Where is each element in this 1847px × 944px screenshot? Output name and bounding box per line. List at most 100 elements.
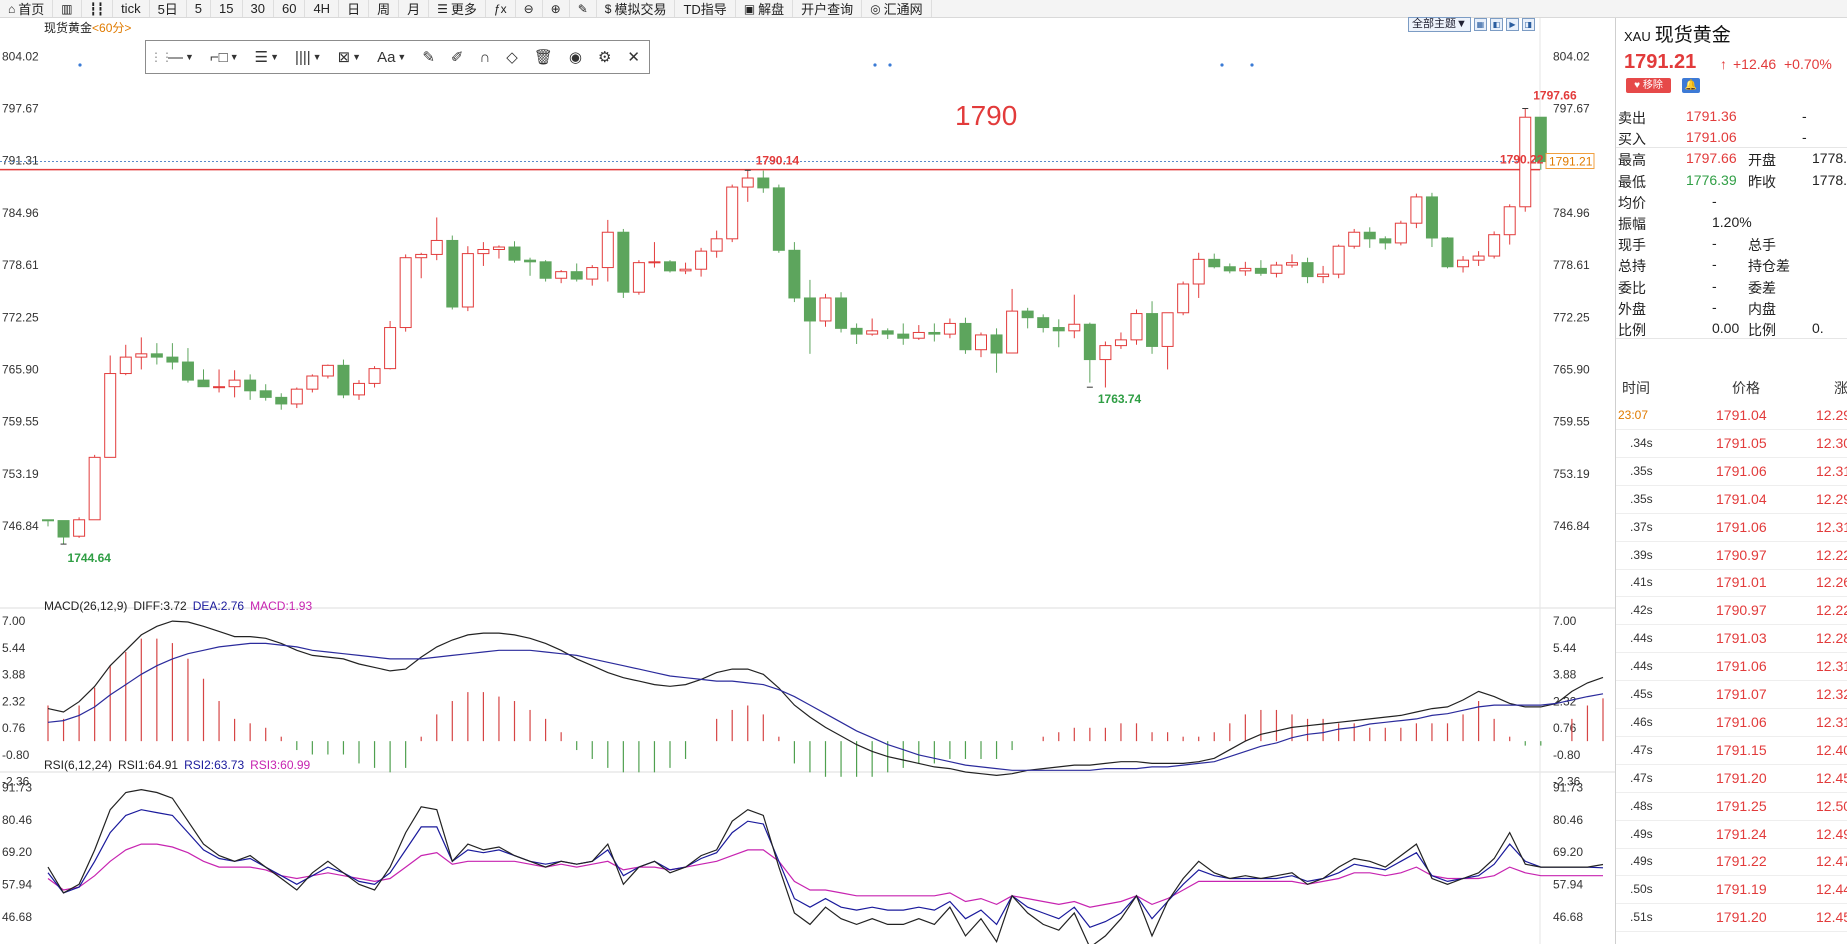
toolbar-item-3[interactable]: tick xyxy=(113,0,150,17)
table-row[interactable]: .47s 1791.15 12.40 xyxy=(1616,737,1847,765)
theme-select[interactable]: 全部主题▼ xyxy=(1408,17,1471,32)
toolbar-item-21[interactable]: 开户查询 xyxy=(793,0,863,17)
table-row[interactable]: .45s 1791.07 12.32 xyxy=(1616,681,1847,709)
y-tick-label-left: 772.25 xyxy=(2,310,39,324)
text-tool-icon[interactable]: Aa ▼ xyxy=(369,49,414,66)
toolbar-item-8[interactable]: 60 xyxy=(274,0,306,17)
table-row[interactable]: .49s 1791.24 12.49 xyxy=(1616,821,1847,849)
toolbar-item-4[interactable]: 5日 xyxy=(150,0,187,17)
drag-handle-icon[interactable]: ⋮⋮ xyxy=(146,50,173,64)
candle-body xyxy=(1161,312,1174,347)
remove-favorite-button[interactable]: ♥ 移除 xyxy=(1626,78,1671,93)
candle-body xyxy=(617,231,630,293)
bell-icon[interactable]: 🔔 xyxy=(1682,78,1700,93)
toolbar-item-label: 汇通网 xyxy=(883,2,923,17)
toolbar-item-18[interactable]: $ 模拟交易 xyxy=(597,0,676,17)
table-row[interactable]: .44s 1791.03 12.28 xyxy=(1616,625,1847,654)
legend-entry: RSI2:63.73 xyxy=(184,758,245,772)
toolbar-item-6[interactable]: 15 xyxy=(211,0,243,17)
candle-body xyxy=(850,327,863,335)
toolbar-item-0[interactable]: ⌂ 首页 xyxy=(0,0,54,17)
candle-body xyxy=(42,519,54,522)
play-icon[interactable]: ▶ xyxy=(1505,18,1519,31)
table-row[interactable]: .35s 1791.04 12.29 xyxy=(1616,486,1847,514)
price-annotation[interactable]: 1790 xyxy=(955,100,1017,132)
toolbar-item-5[interactable]: 5 xyxy=(187,0,212,17)
logo-icon: ◎ xyxy=(870,1,881,16)
table-row[interactable]: .51s 1791.20 12.45 xyxy=(1616,904,1847,933)
book-icon: ▣ xyxy=(743,1,756,16)
toolbar-item-2[interactable]: ┇┇ xyxy=(82,0,114,17)
quote-label-2: 比例 xyxy=(1748,322,1776,338)
ruler-icon[interactable]: ✎ xyxy=(414,48,443,66)
pattern-icon[interactable]: ⊠ ▼ xyxy=(330,48,370,66)
table-row[interactable]: .34s 1791.05 12.30 xyxy=(1616,430,1847,458)
close-icon[interactable]: ✕ xyxy=(619,48,648,66)
col-change: 涨 xyxy=(1834,380,1847,396)
toolbar-item-11[interactable]: 周 xyxy=(369,0,400,17)
toolbar-item-1[interactable]: ▥ xyxy=(53,0,82,17)
table-row[interactable]: .42s 1790.97 12.22 xyxy=(1616,597,1847,626)
parallel-lines-icon[interactable]: |||| ▼ xyxy=(287,49,330,66)
candle-body xyxy=(290,388,303,405)
table-row[interactable]: .49s 1791.22 12.47 xyxy=(1616,848,1847,877)
table-row[interactable]: .46s 1791.06 12.31 xyxy=(1616,709,1847,737)
toolbar-item-17[interactable]: ✎ xyxy=(570,0,597,17)
toolbar-item-label: 15 xyxy=(219,1,234,16)
table-row[interactable]: 23:07 1791.04 12.29 xyxy=(1616,402,1847,430)
table-row[interactable]: .37s 1791.06 12.31 xyxy=(1616,514,1847,542)
table-row[interactable]: .47s 1791.20 12.45 xyxy=(1616,765,1847,793)
candle-body xyxy=(1099,345,1112,361)
toolbar-item-10[interactable]: 日 xyxy=(339,0,370,17)
candle-body xyxy=(803,297,816,322)
fib-tool-icon[interactable]: ☰ ▼ xyxy=(247,48,287,66)
divider xyxy=(1616,338,1847,339)
candle-body xyxy=(819,297,832,322)
trash-icon[interactable]: 🗑 xyxy=(526,48,561,66)
eraser-icon[interactable]: ◇ xyxy=(498,48,526,66)
rsi-y-tick: 80.46 xyxy=(2,813,32,827)
price-change: ↑ +12.46 +0.70% xyxy=(1720,56,1832,72)
toolbar-item-22[interactable]: ◎ 汇通网 xyxy=(862,0,932,17)
magnet-icon[interactable]: ∩ xyxy=(472,49,499,66)
period-label[interactable]: <60分> xyxy=(92,21,131,35)
y-tick-label-left: 791.31 xyxy=(2,154,39,168)
toolbar-item-9[interactable]: 4H xyxy=(305,0,340,17)
toolbar-item-13[interactable]: ☰ 更多 xyxy=(429,0,486,17)
rsi-y-tick: 46.68 xyxy=(2,910,32,924)
table-row[interactable]: .50s 1791.19 12.44 xyxy=(1616,876,1847,905)
toolbar-item-12[interactable]: 月 xyxy=(399,0,430,17)
y-tick-label-right: 772.25 xyxy=(1553,310,1590,324)
toolbar-item-14[interactable]: ƒx xyxy=(486,0,516,17)
last-price: 1791.21 xyxy=(1624,51,1697,73)
tick-time: .49s xyxy=(1630,826,1653,841)
expand-icon[interactable]: ◨ xyxy=(1521,18,1535,31)
table-row[interactable]: .48s 1791.25 12.50 xyxy=(1616,793,1847,821)
toolbar-item-20[interactable]: ▣ 解盘 xyxy=(736,0,794,17)
layout-grid-icon[interactable]: ▦ xyxy=(1473,18,1487,31)
y-tick-label-left: 778.61 xyxy=(2,258,39,272)
rect-tool-icon[interactable]: ⌐□ ▼ xyxy=(202,49,247,66)
candle-body xyxy=(1068,323,1081,332)
eye-icon[interactable]: ◉ xyxy=(561,48,590,66)
candle-body xyxy=(461,253,474,308)
pencil-icon[interactable]: ✐ xyxy=(443,48,472,66)
candle-body xyxy=(150,353,163,358)
chart-area: 804.02804.02797.67797.67791.31791.31784.… xyxy=(0,17,1615,944)
toolbar-item-19[interactable]: TD指导 xyxy=(675,0,736,17)
tick-change: 12.45 xyxy=(1816,769,1847,786)
toolbar-item-15[interactable]: ⊖ xyxy=(516,0,543,17)
candle-body xyxy=(446,239,459,308)
toolbar-item-16[interactable]: ⊕ xyxy=(543,0,570,17)
line-tool-icon[interactable]: — ▼ xyxy=(160,49,202,66)
table-row[interactable]: .35s 1791.06 12.31 xyxy=(1616,458,1847,486)
toolbar-item-7[interactable]: 30 xyxy=(243,0,274,17)
table-row[interactable]: .41s 1791.01 12.26 xyxy=(1616,569,1847,598)
tick-time: .47s xyxy=(1630,770,1653,785)
candle-body xyxy=(430,239,443,255)
layout-split-icon[interactable]: ◧ xyxy=(1489,18,1503,31)
chart-canvas[interactable]: 804.02804.02797.67797.67791.31791.31784.… xyxy=(0,18,1615,944)
table-row[interactable]: .44s 1791.06 12.31 xyxy=(1616,653,1847,682)
gear-icon[interactable]: ⚙ xyxy=(590,48,619,66)
table-row[interactable]: .39s 1790.97 12.22 xyxy=(1616,542,1847,570)
